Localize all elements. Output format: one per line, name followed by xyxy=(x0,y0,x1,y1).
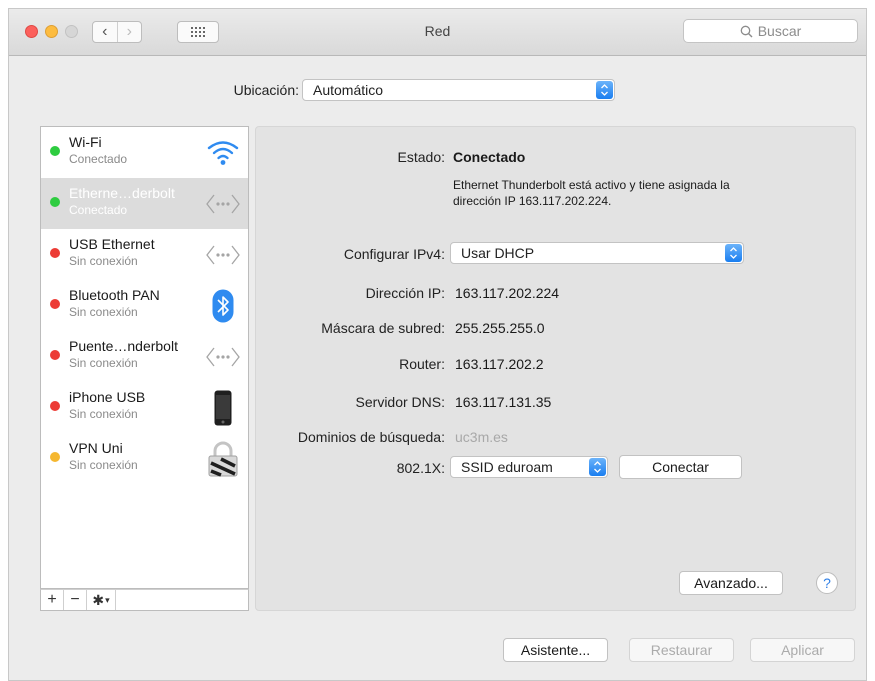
search-icon xyxy=(740,25,753,37)
location-value: Automático xyxy=(313,82,384,98)
service-item-bluetooth-pan[interactable]: Bluetooth PAN Sin conexión xyxy=(41,280,248,331)
service-name: Etherne…derbolt xyxy=(69,185,175,201)
8021x-popup[interactable]: SSID eduroam xyxy=(450,456,608,478)
popup-arrows-icon xyxy=(596,81,613,99)
service-status: Sin conexión xyxy=(69,458,138,472)
search-placeholder: Buscar xyxy=(757,23,802,39)
service-name: Puente…nderbolt xyxy=(69,338,178,354)
status-description-line1: Ethernet Thunderbolt está activo y tiene… xyxy=(453,178,730,192)
service-name: Bluetooth PAN xyxy=(69,287,160,303)
vpn-lock-icon xyxy=(206,441,240,477)
service-item-vpn-uni[interactable]: VPN Uni Sin conexión xyxy=(41,433,248,484)
service-item-usb-ethernet[interactable]: USB Ethernet Sin conexión xyxy=(41,229,248,280)
status-description-line2: dirección IP 163.117.202.224. xyxy=(453,194,612,208)
subnet-mask-label: Máscara de subred: xyxy=(321,320,445,336)
service-name: iPhone USB xyxy=(69,389,146,405)
status-dot xyxy=(50,248,60,258)
service-item-iphone-usb[interactable]: iPhone USB Sin conexión xyxy=(41,382,248,433)
location-label: Ubicación: xyxy=(233,82,299,98)
status-dot xyxy=(50,350,60,360)
service-name: USB Ethernet xyxy=(69,236,155,252)
service-item-wifi[interactable]: Wi-Fi Conectado xyxy=(41,127,248,178)
ethernet-icon xyxy=(206,187,240,221)
chevron-down-icon: ▾ xyxy=(105,594,110,605)
action-menu-button[interactable]: ✱ ▾ xyxy=(87,590,116,610)
restore-button[interactable]: Restaurar xyxy=(629,638,734,662)
search-field[interactable]: Buscar xyxy=(683,19,858,43)
help-button[interactable]: ? xyxy=(816,572,838,594)
service-list-toolbar: + − ✱ ▾ xyxy=(40,589,249,611)
popup-arrows-icon xyxy=(725,244,742,262)
service-name: Wi-Fi xyxy=(69,134,102,150)
status-label: Estado: xyxy=(397,149,445,165)
remove-service-button[interactable]: − xyxy=(64,590,87,610)
service-status: Conectado xyxy=(69,152,128,166)
assistant-button[interactable]: Asistente... xyxy=(503,638,608,662)
router-label: Router: xyxy=(399,356,445,372)
advanced-button[interactable]: Avanzado... xyxy=(679,571,783,595)
service-name: VPN Uni xyxy=(69,440,123,456)
service-item-thunderbolt-bridge[interactable]: Puente…nderbolt Sin conexión xyxy=(41,331,248,382)
status-dot xyxy=(50,299,60,309)
status-dot xyxy=(50,452,60,462)
gear-icon: ✱ xyxy=(92,591,105,608)
apply-button[interactable]: Aplicar xyxy=(750,638,855,662)
status-dot xyxy=(50,146,60,156)
8021x-label: 802.1X: xyxy=(396,460,445,476)
status-dot xyxy=(50,197,60,207)
iphone-icon xyxy=(206,390,240,426)
location-popup[interactable]: Automático xyxy=(302,79,615,101)
service-list: Wi-Fi Conectado Etherne…derbolt Conectad… xyxy=(40,126,249,589)
network-preferences-window: ‹ › Red Buscar Ubicación: Automático Wi-… xyxy=(8,8,867,681)
search-domains-value: uc3m.es xyxy=(455,429,508,445)
ethernet-icon xyxy=(206,238,240,272)
title-bar: ‹ › Red Buscar xyxy=(9,9,866,56)
ipv4-config-label: Configurar IPv4: xyxy=(343,246,445,262)
ipv4-config-value: Usar DHCP xyxy=(461,245,535,261)
popup-arrows-icon xyxy=(589,458,606,476)
dns-server-label: Servidor DNS: xyxy=(355,394,445,410)
status-dot xyxy=(50,401,60,411)
subnet-mask-value: 255.255.255.0 xyxy=(455,320,545,336)
connect-button[interactable]: Conectar xyxy=(619,455,742,479)
service-status: Conectado xyxy=(69,203,128,217)
service-status: Sin conexión xyxy=(69,356,138,370)
service-status: Sin conexión xyxy=(69,305,138,319)
search-domains-label: Dominios de búsqueda: xyxy=(297,429,445,445)
ipv4-config-popup[interactable]: Usar DHCP xyxy=(450,242,744,264)
ethernet-icon xyxy=(206,340,240,374)
dns-server-value: 163.117.131.35 xyxy=(455,394,552,410)
service-status: Sin conexión xyxy=(69,254,138,268)
status-value: Conectado xyxy=(453,149,526,165)
wifi-icon xyxy=(206,136,240,170)
router-value: 163.117.202.2 xyxy=(455,356,544,372)
service-item-ethernet-thunderbolt[interactable]: Etherne…derbolt Conectado xyxy=(41,178,248,229)
service-status: Sin conexión xyxy=(69,407,138,421)
add-service-button[interactable]: + xyxy=(41,590,64,610)
ip-address-value: 163.117.202.224 xyxy=(455,285,560,301)
8021x-value: SSID eduroam xyxy=(461,459,553,475)
ip-address-label: Dirección IP: xyxy=(365,285,445,301)
bluetooth-icon xyxy=(206,289,240,323)
